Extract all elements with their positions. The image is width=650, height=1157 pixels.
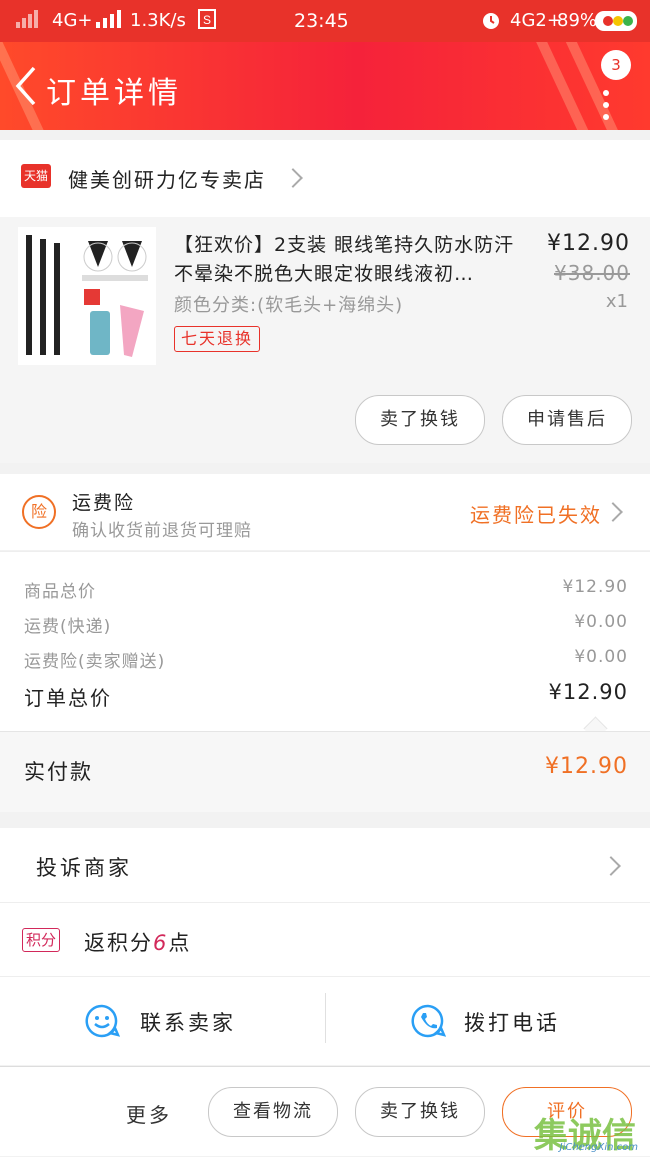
fee-value: ¥0.00	[574, 647, 628, 667]
network-type-right: 4G2+	[510, 10, 562, 31]
product-quantity: x1	[605, 291, 628, 312]
chevron-right-icon	[601, 856, 621, 876]
chat-icon	[84, 1003, 121, 1043]
contact-seller-label: 联系卖家	[140, 1011, 236, 1035]
insurance-subtitle: 确认收货前退货可理赔	[72, 521, 252, 541]
back-arrow-icon[interactable]	[12, 66, 40, 106]
after-sale-button[interactable]: 申请售后	[502, 395, 632, 445]
payment-value: ¥12.90	[545, 754, 628, 779]
points-row: 积分 返积分6点	[0, 902, 650, 977]
contact-seller-button[interactable]: 联系卖家	[0, 977, 325, 1065]
svg-text:S: S	[203, 13, 211, 27]
points-tag: 积分	[22, 928, 61, 952]
order-total-value: ¥12.90	[548, 680, 628, 704]
phone-icon	[410, 1003, 447, 1043]
insurance-title: 运费险	[72, 492, 136, 514]
points-amount: 6	[153, 931, 169, 955]
fee-value: ¥0.00	[574, 612, 628, 632]
fee-label: 运费险(卖家赠送)	[24, 652, 166, 672]
chevron-right-icon	[283, 168, 303, 188]
more-actions-button[interactable]: 更多	[126, 1099, 172, 1128]
fee-value: ¥12.90	[562, 577, 628, 597]
fee-label: 运费(快递)	[24, 617, 112, 637]
signal-icon-left	[16, 10, 44, 33]
product-title: 【狂欢价】2支装 眼线笔持久防水防汗不晕染不脱色大眼定妆眼线液初…	[174, 234, 515, 285]
battery-percent: 89%	[557, 10, 598, 31]
app-notify-icon: S	[198, 9, 216, 34]
alarm-icon	[480, 9, 502, 36]
network-type-left: 4G+	[52, 10, 93, 31]
product-card[interactable]: 【狂欢价】2支装 眼线笔持久防水防汗不晕染不脱色大眼定妆眼线液初… ¥12.90…	[0, 217, 650, 463]
tmall-badge: 天猫	[21, 164, 51, 188]
product-sku: 颜色分类:(软毛头+海绵头)	[174, 295, 404, 316]
call-phone-button[interactable]: 拨打电话	[326, 977, 650, 1065]
points-suffix: 点	[168, 931, 192, 955]
signal-icon	[96, 10, 122, 33]
product-original-price: ¥38.00	[554, 261, 630, 285]
message-count-badge[interactable]: 3	[601, 50, 631, 80]
resell-button[interactable]: 卖了换钱	[355, 395, 485, 445]
product-thumbnail[interactable]	[18, 227, 156, 365]
return-policy-tag: 七天退换	[174, 326, 261, 352]
contact-bar: 联系卖家 拨打电话	[0, 976, 650, 1065]
clock: 23:45	[294, 10, 349, 32]
resell-button[interactable]: 卖了换钱	[355, 1087, 485, 1137]
chevron-right-icon	[603, 502, 623, 522]
insurance-icon: 险	[22, 495, 56, 529]
more-menu-icon[interactable]	[600, 90, 612, 130]
points-prefix: 返积分	[84, 931, 153, 955]
page-title: 订单详情	[46, 76, 182, 111]
battery-icon	[594, 10, 640, 37]
points-text: 返积分6点	[84, 927, 191, 957]
call-phone-label: 拨打电话	[464, 1011, 560, 1035]
watermark-site: JiChengXin.com	[559, 1142, 638, 1153]
shop-name: 健美创研力亿专卖店	[68, 168, 266, 192]
fee-label: 商品总价	[24, 582, 96, 602]
view-logistics-button[interactable]: 查看物流	[208, 1087, 338, 1137]
order-total-label: 订单总价	[24, 686, 112, 710]
watermark-logo: 集诚信 JiChengXin.com	[534, 1108, 644, 1156]
price-breakdown: 商品总价 ¥12.90 运费(快递) ¥0.00 运费险(卖家赠送) ¥0.00…	[0, 551, 650, 741]
complain-label: 投诉商家	[36, 856, 132, 880]
product-price: ¥12.90	[547, 231, 630, 256]
network-speed: 1.3K/s	[130, 10, 186, 31]
complain-seller-row[interactable]: 投诉商家	[0, 828, 650, 902]
payment-label: 实付款	[24, 760, 93, 784]
status-bar: 4G+ 1.3K/s S 23:45 4G2+ 89%	[0, 0, 650, 42]
shipping-insurance-row[interactable]: 险 运费险 确认收货前退货可理赔 运费险已失效	[0, 474, 650, 550]
insurance-status: 运费险已失效	[470, 503, 602, 527]
shop-row[interactable]: 天猫 健美创研力亿专卖店	[0, 140, 650, 217]
nav-bar: 订单详情 3	[0, 42, 650, 130]
actual-payment-row: 实付款 ¥12.90	[0, 731, 650, 812]
